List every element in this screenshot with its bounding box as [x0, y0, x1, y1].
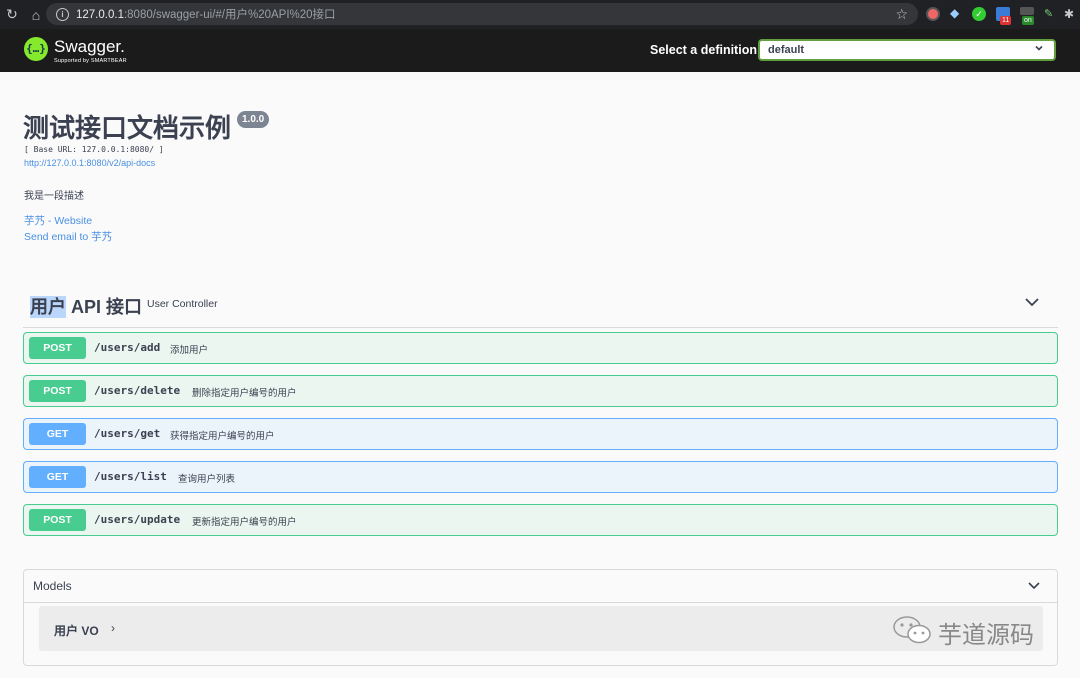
swagger-logo-icon[interactable]: {…}: [24, 37, 48, 61]
definition-select[interactable]: default: [758, 39, 1056, 61]
tag-section-header[interactable]: 用户 API 接口 User Controller: [23, 283, 1058, 328]
definition-select-value: default: [768, 44, 805, 56]
operation-summary: 删除指定用户编号的用户: [192, 388, 297, 399]
api-docs-link[interactable]: http://127.0.0.1:8080/v2/api-docs: [24, 158, 155, 168]
extension-record-icon[interactable]: [926, 7, 940, 21]
bookmark-star-icon[interactable]: ☆: [895, 6, 908, 23]
wechat-icon: [892, 614, 932, 651]
extension-badge: 11: [1000, 16, 1012, 25]
operation-summary: 查询用户列表: [178, 474, 236, 485]
swagger-logo-subtitle: Supported by SMARTBEAR: [54, 58, 127, 64]
chevron-right-icon[interactable]: ›: [111, 621, 115, 635]
models-title[interactable]: Models: [33, 579, 72, 593]
method-badge: GET: [29, 466, 86, 488]
operation-path: /users/delete: [94, 384, 181, 397]
extension-pin-icon[interactable]: ✎: [1044, 7, 1058, 21]
model-name: 用户 VO: [54, 624, 99, 638]
extension-badge: on: [1022, 16, 1034, 25]
swagger-logo-text[interactable]: Swagger.: [54, 37, 125, 57]
chevron-down-icon[interactable]: [1024, 295, 1040, 314]
version-badge: 1.0.0: [237, 111, 270, 128]
method-badge: POST: [29, 337, 86, 359]
home-icon[interactable]: ⌂: [24, 0, 48, 29]
method-badge: POST: [29, 380, 86, 402]
operation-post-users-update[interactable]: POST /users/update 更新指定用户编号的用户: [23, 504, 1058, 536]
operation-summary: 更新指定用户编号的用户: [192, 517, 297, 528]
email-link[interactable]: Send email to 芋艿: [24, 229, 112, 244]
browser-toolbar: ↻ ⌂ i 127.0.0.1:8080/swagger-ui/#/用户%20A…: [0, 0, 1080, 29]
method-badge: GET: [29, 423, 86, 445]
chevron-down-icon: [1034, 43, 1044, 56]
operation-get-users-get[interactable]: GET /users/get 获得指定用户编号的用户: [23, 418, 1058, 450]
watermark-text: 芋道源码: [938, 622, 1034, 649]
base-url: [ Base URL: 127.0.0.1:8080/ ]: [24, 145, 164, 154]
operation-path: /users/update: [94, 513, 181, 526]
operation-post-users-add[interactable]: POST /users/add 添加用户: [23, 332, 1058, 364]
extension-diamond-icon[interactable]: ◆: [950, 6, 964, 20]
operation-summary: 获得指定用户编号的用户: [170, 431, 275, 442]
extensions-puzzle-icon[interactable]: ✱: [1064, 7, 1078, 21]
address-bar[interactable]: i 127.0.0.1:8080/swagger-ui/#/用户%20API%2…: [46, 3, 918, 25]
operation-path: /users/add: [94, 341, 161, 354]
website-link[interactable]: 芋艿 - Website: [24, 213, 92, 228]
operation-summary: 添加用户: [170, 345, 209, 356]
api-description: 我是一段描述: [24, 191, 84, 202]
url-text: 127.0.0.1:8080/swagger-ui/#/用户%20API%20接…: [76, 9, 336, 21]
divider: [24, 602, 1057, 603]
info-icon[interactable]: i: [56, 7, 69, 21]
method-badge: POST: [29, 509, 86, 531]
tag-description: User Controller: [147, 298, 218, 310]
reload-icon[interactable]: ↻: [0, 0, 24, 29]
extension-list-icon[interactable]: [1020, 7, 1034, 15]
operation-path: /users/list: [94, 470, 167, 483]
operation-post-users-delete[interactable]: POST /users/delete 删除指定用户编号的用户: [23, 375, 1058, 407]
chevron-down-icon[interactable]: [1027, 579, 1041, 597]
definition-select-label: Select a definition: [650, 43, 757, 57]
extension-check-icon[interactable]: ✓: [972, 7, 986, 21]
tag-title: 用户 API 接口: [30, 296, 143, 318]
page-title: 测试接口文档示例: [23, 113, 232, 143]
operation-path: /users/get: [94, 427, 161, 440]
operation-get-users-list[interactable]: GET /users/list 查询用户列表: [23, 461, 1058, 493]
